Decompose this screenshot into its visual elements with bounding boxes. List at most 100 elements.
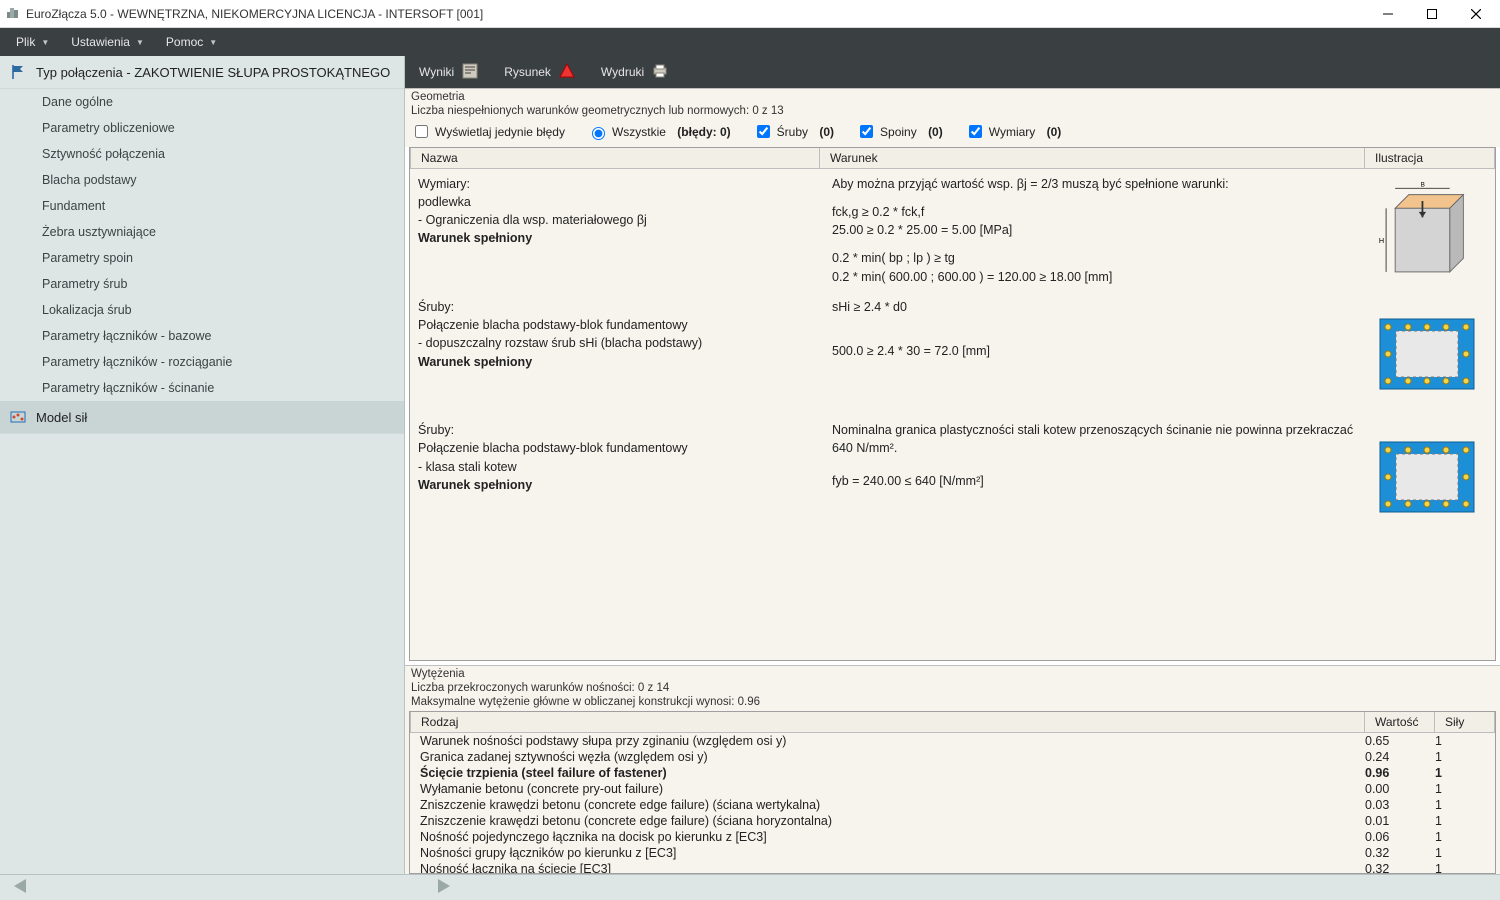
table-row[interactable]: Warunek nośności podstawy słupa przy zgi… xyxy=(410,733,1495,749)
effort-sily: 1 xyxy=(1435,846,1485,860)
results-icon xyxy=(462,63,478,82)
nav-next-button[interactable] xyxy=(432,878,452,897)
effort-sily: 1 xyxy=(1435,766,1485,780)
sidebar-item-dane-ogolne[interactable]: Dane ogólne xyxy=(0,89,404,115)
chevron-down-icon: ▼ xyxy=(41,38,49,47)
sidebar-item-lokalizacja-srub[interactable]: Lokalizacja śrub xyxy=(0,297,404,323)
chevron-down-icon: ▼ xyxy=(209,38,217,47)
effort-grid: Rodzaj Wartość Siły Warunek nośności pod… xyxy=(409,711,1496,874)
filter-welds[interactable]: Spoiny (0) xyxy=(856,122,943,141)
svg-text:B: B xyxy=(1421,181,1425,188)
window-close-button[interactable] xyxy=(1454,0,1498,27)
col-ilustracja[interactable]: Ilustracja xyxy=(1365,148,1495,168)
filter-dims-checkbox[interactable] xyxy=(969,125,982,138)
geometry-grid: Nazwa Warunek Ilustracja Wymiary: podlew… xyxy=(409,147,1496,661)
table-row[interactable]: Ścięcie trzpienia (steel failure of fast… xyxy=(410,765,1495,781)
flag-icon xyxy=(10,64,26,80)
effort-name: Nośności grupy łączników po kierunku z [… xyxy=(420,846,1365,860)
sidebar-cat-label: Model sił xyxy=(36,410,87,425)
col-sily[interactable]: Siły xyxy=(1435,712,1495,732)
effort-sily: 1 xyxy=(1435,862,1485,873)
filter-only-errors-checkbox[interactable] xyxy=(415,125,428,138)
sidebar-item-laczniki-bazowe[interactable]: Parametry łączników - bazowe xyxy=(0,323,404,349)
sidebar-item-parametry-srub[interactable]: Parametry śrub xyxy=(0,271,404,297)
chevron-down-icon: ▼ xyxy=(136,38,144,47)
toolbar-rysunek[interactable]: Rysunek xyxy=(498,59,581,86)
filter-all[interactable]: Wszystkie (błędy: 0) xyxy=(587,124,731,140)
filter-dims[interactable]: Wymiary (0) xyxy=(965,122,1062,141)
sidebar-item-zebra[interactable]: Żebra usztywniające xyxy=(0,219,404,245)
sidebar-item-laczniki-rozciaganie[interactable]: Parametry łączników - rozciąganie xyxy=(0,349,404,375)
sidebar-item-parametry-obliczeniowe[interactable]: Parametry obliczeniowe xyxy=(0,115,404,141)
effort-value: 0.03 xyxy=(1365,798,1435,812)
effort-value: 0.65 xyxy=(1365,734,1435,748)
sidebar-item-sztywnosc[interactable]: Sztywność połączenia xyxy=(0,141,404,167)
table-row[interactable]: Zniszczenie krawędzi betonu (concrete ed… xyxy=(410,813,1495,829)
app-icon xyxy=(6,5,20,22)
table-row[interactable]: Nośności grupy łączników po kierunku z [… xyxy=(410,845,1495,861)
toolbar-wydruki[interactable]: Wydruki xyxy=(595,59,674,86)
section-sub-geometria: Liczba niespełnionych warunków geometryc… xyxy=(405,104,1500,118)
nav-prev-button[interactable] xyxy=(12,878,32,897)
base-plate-icon xyxy=(1372,427,1482,532)
geometry-filters: Wyświetlaj jedynie błędy Wszystkie (błęd… xyxy=(405,118,1500,147)
effort-grid-header: Rodzaj Wartość Siły xyxy=(410,712,1495,733)
effort-value: 0.32 xyxy=(1365,846,1435,860)
menu-ustawienia[interactable]: Ustawienia▼ xyxy=(61,31,154,53)
table-row: Wymiary: podlewka - Ograniczenia dla wsp… xyxy=(410,169,1495,292)
geometry-grid-header: Nazwa Warunek Ilustracja xyxy=(410,148,1495,169)
filter-all-radio[interactable] xyxy=(592,127,605,140)
geometry-grid-body[interactable]: Wymiary: podlewka - Ograniczenia dla wsp… xyxy=(410,169,1495,660)
filter-bolts-checkbox[interactable] xyxy=(757,125,770,138)
sidebar-cat-model-sil[interactable]: Model sił xyxy=(0,401,404,434)
menubar: Plik▼ Ustawienia▼ Pomoc▼ xyxy=(0,28,1500,56)
table-row[interactable]: Nośność pojedynczego łącznika na docisk … xyxy=(410,829,1495,845)
col-rodzaj[interactable]: Rodzaj xyxy=(410,712,1365,732)
sidebar-cat-label: Typ połączenia - ZAKOTWIENIE SŁUPA PROST… xyxy=(36,65,390,80)
filter-only-errors[interactable]: Wyświetlaj jedynie błędy xyxy=(411,122,565,141)
table-row[interactable]: Granica zadanej sztywności węzła (względ… xyxy=(410,749,1495,765)
effort-section: Wytężenia Liczba przekroczonych warunków… xyxy=(405,665,1500,874)
effort-value: 0.96 xyxy=(1365,766,1435,780)
section-header-geometria: Geometria xyxy=(405,88,1500,104)
sidebar-item-fundament[interactable]: Fundament xyxy=(0,193,404,219)
effort-name: Granica zadanej sztywności węzła (względ… xyxy=(420,750,1365,764)
col-nazwa[interactable]: Nazwa xyxy=(410,148,820,168)
print-icon xyxy=(652,63,668,82)
forces-icon xyxy=(10,409,26,425)
table-row: Śruby: Połączenie blacha podstawy-blok f… xyxy=(410,415,1495,538)
sidebar-cat-connection-type[interactable]: Typ połączenia - ZAKOTWIENIE SŁUPA PROST… xyxy=(0,56,404,89)
effort-value: 0.06 xyxy=(1365,830,1435,844)
col-warunek[interactable]: Warunek xyxy=(820,148,1365,168)
filter-welds-checkbox[interactable] xyxy=(860,125,873,138)
table-row: Śruby: Połączenie blacha podstawy-blok f… xyxy=(410,292,1495,415)
effort-value: 0.32 xyxy=(1365,862,1435,873)
section-header-wytezenia: Wytężenia xyxy=(405,666,1500,681)
window-titlebar: EuroZłącza 5.0 - WEWNĘTRZNA, NIEKOMERCYJ… xyxy=(0,0,1500,28)
effort-name: Warunek nośności podstawy słupa przy zgi… xyxy=(420,734,1365,748)
effort-name: Zniszczenie krawędzi betonu (concrete ed… xyxy=(420,814,1365,828)
effort-name: Nośność łącznika na ścięcie [EC3] xyxy=(420,862,1365,873)
window-maximize-button[interactable] xyxy=(1410,0,1454,27)
effort-sily: 1 xyxy=(1435,782,1485,796)
table-row[interactable]: Wyłamanie betonu (concrete pry-out failu… xyxy=(410,781,1495,797)
sidebar-item-blacha-podstawy[interactable]: Blacha podstawy xyxy=(0,167,404,193)
sidebar-item-laczniki-scinanie[interactable]: Parametry łączników - ścinanie xyxy=(0,375,404,401)
window-minimize-button[interactable] xyxy=(1366,0,1410,27)
drawing-icon xyxy=(559,63,575,82)
toolbar-wyniki[interactable]: Wyniki xyxy=(413,59,484,86)
effort-value: 0.00 xyxy=(1365,782,1435,796)
menu-plik[interactable]: Plik▼ xyxy=(6,31,59,53)
effort-grid-body[interactable]: Warunek nośności podstawy słupa przy zgi… xyxy=(410,733,1495,873)
table-row[interactable]: Zniszczenie krawędzi betonu (concrete ed… xyxy=(410,797,1495,813)
menu-pomoc[interactable]: Pomoc▼ xyxy=(156,31,227,53)
table-row[interactable]: Nośność łącznika na ścięcie [EC3]0.321 xyxy=(410,861,1495,873)
effort-sily: 1 xyxy=(1435,830,1485,844)
filter-bolts[interactable]: Śruby (0) xyxy=(753,122,834,141)
effort-name: Zniszczenie krawędzi betonu (concrete ed… xyxy=(420,798,1365,812)
effort-sub1: Liczba przekroczonych warunków nośności:… xyxy=(405,681,1500,695)
effort-sub2: Maksymalne wytężenie główne w obliczanej… xyxy=(405,695,1500,709)
effort-name: Wyłamanie betonu (concrete pry-out failu… xyxy=(420,782,1365,796)
sidebar-item-parametry-spoin[interactable]: Parametry spoin xyxy=(0,245,404,271)
col-wartosc[interactable]: Wartość xyxy=(1365,712,1435,732)
